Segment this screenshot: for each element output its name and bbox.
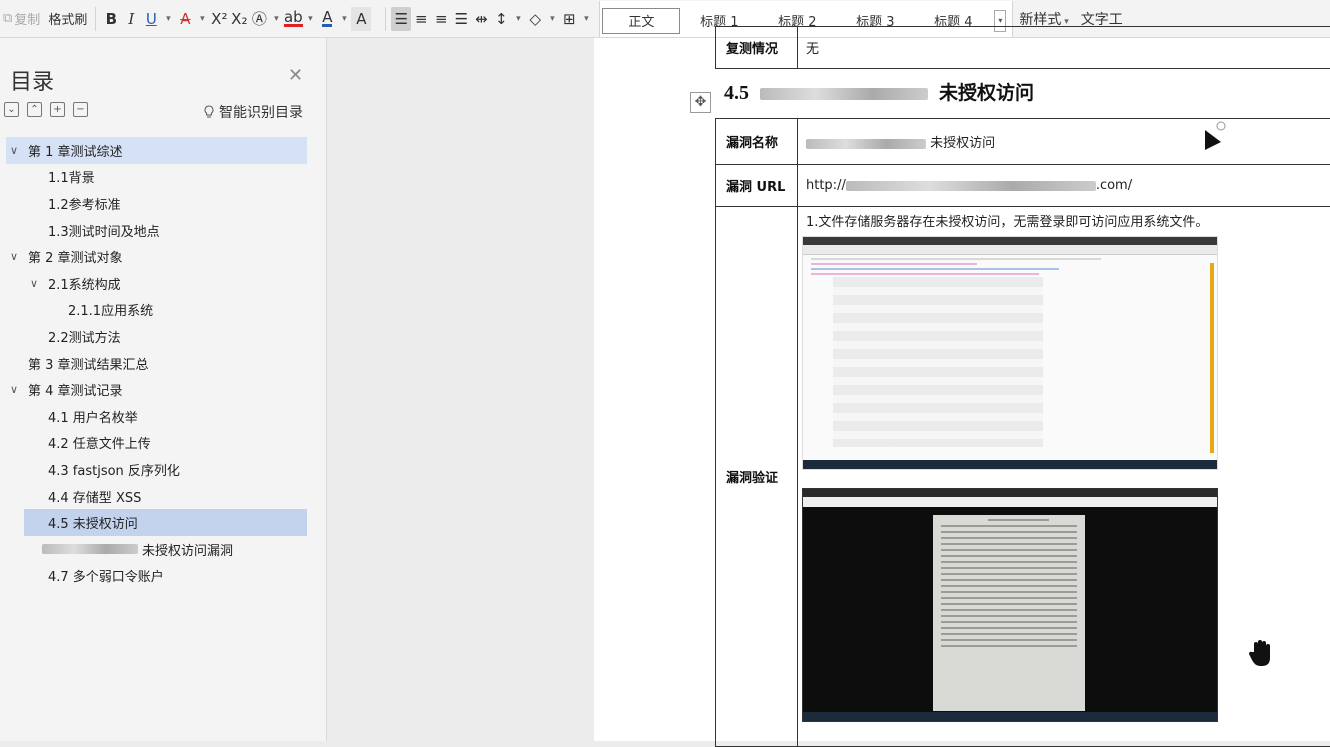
table-key: 复测情况 [716,27,798,69]
toc-item[interactable]: 1.3测试时间及地点 [0,217,315,244]
chevron-down-icon[interactable]: ∨ [10,144,18,157]
character-shading-button[interactable]: A [351,7,371,31]
line-spacing-button[interactable]: ↕ [491,7,511,31]
toc-item[interactable]: ∨第 1 章测试综述 [6,137,307,164]
chevron-down-icon[interactable]: ▾ [511,7,525,31]
highlight-icon: ab [284,10,303,27]
toc-item[interactable]: ∨2.1系统构成 [0,270,315,297]
chevron-down-icon: ▾ [1061,17,1068,27]
distributed-align-button[interactable]: ⇹ [471,7,491,31]
toc-item[interactable]: ∨第 4 章测试记录 [0,376,315,403]
toc-item[interactable]: 2.1.1应用系统 [0,297,315,324]
copy-icon: ⧉ [3,11,12,26]
evidence-screenshot-2 [802,488,1218,722]
italic-button[interactable]: I [121,7,141,31]
chevron-down-icon[interactable]: ▾ [545,7,559,31]
toc-item[interactable]: 4.4 存储型 XSS [0,483,315,510]
redacted-text [846,181,1096,191]
align-right-button[interactable]: ≡ [431,7,451,31]
strikethrough-button[interactable]: A [175,7,195,31]
add-icon[interactable]: + [50,102,65,117]
style-normal[interactable]: 正文 [602,8,680,34]
toc-item-active[interactable]: 4.5 未授权访问 [24,509,307,536]
table-key: 漏洞 URL [716,165,798,207]
chevron-down-icon[interactable]: ▾ [195,7,209,31]
redacted-text [760,88,928,100]
collapse-up-icon[interactable]: ⌃ [27,102,42,117]
toc-item[interactable]: 4.7 多个弱口令账户 [0,563,315,590]
chevron-down-icon[interactable]: ∨ [10,383,18,396]
toc-item[interactable]: 未授权访问漏洞 [0,536,315,563]
toc-pane: 目录 ✕ ⌄ ⌃ + − 智能识别目录 ∨第 1 章测试综述 1.1背景 1.2… [0,38,327,741]
borders-button[interactable]: ⊞ [559,7,579,31]
toc-item[interactable]: 2.2测试方法 [0,323,315,350]
section-heading: 4.5 未授权访问 [724,78,1034,105]
expand-down-icon[interactable]: ⌄ [4,102,19,117]
chevron-down-icon[interactable]: ▾ [303,7,317,31]
paragraph-shading-button[interactable]: ◇ [525,7,545,31]
chevron-down-icon[interactable]: ∨ [30,277,38,290]
hand-cursor-icon [1248,638,1274,668]
chevron-down-icon[interactable]: ▾ [269,7,283,31]
evidence-screenshot-1 [802,236,1218,470]
bold-button[interactable]: B [101,7,121,31]
close-icon[interactable]: ✕ [288,65,303,86]
highlight-button[interactable]: ab [283,7,303,31]
copy-button[interactable]: ⧉复制 [0,6,43,32]
toc-item[interactable]: 1.2参考标准 [0,190,315,217]
subscript-button[interactable]: X₂ [229,7,249,31]
redacted-text [806,139,926,149]
chevron-down-icon[interactable]: ∨ [10,250,18,263]
toc-item[interactable]: 第 3 章测试结果汇总 [0,350,315,377]
toc-title: 目录 [10,64,54,96]
toc-item[interactable]: 1.1背景 [0,164,315,191]
chevron-down-icon[interactable]: ▾ [579,7,593,31]
toc-item[interactable]: ∨第 2 章测试对象 [0,243,315,270]
align-center-button[interactable]: ≡ [411,7,431,31]
table-value: 无 [798,27,1330,69]
table-key: 漏洞验证 [716,207,798,747]
table-key: 漏洞名称 [716,119,798,165]
superscript-button[interactable]: X² [209,7,229,31]
font-color-icon: A [322,10,332,27]
text-effect-button[interactable]: Ⓐ [249,7,269,31]
toc-list: ∨第 1 章测试综述 1.1背景 1.2参考标准 1.3测试时间及地点 ∨第 2… [0,137,315,589]
retest-table: 复测情况 无 [715,26,1330,69]
font-color-button[interactable]: A [317,7,337,31]
toolbar-separator [385,7,386,31]
table-move-icon[interactable]: ✥ [690,92,711,113]
remove-icon[interactable]: − [73,102,88,117]
chevron-down-icon[interactable]: ▾ [337,7,351,31]
format-painter-button[interactable]: 格式刷 [45,6,90,32]
table-value: http://.com/ [798,165,1330,207]
toc-controls: ⌄ ⌃ + − [4,102,88,117]
toc-item[interactable]: 4.1 用户名枚举 [0,403,315,430]
smart-toc-button[interactable]: 智能识别目录 [203,102,303,122]
toc-item[interactable]: 4.2 任意文件上传 [0,430,315,457]
underline-button[interactable]: U [141,7,161,31]
lightbulb-icon [203,105,215,119]
table-value: 未授权访问 [798,119,1330,165]
toc-item[interactable]: 4.3 fastjson 反序列化 [0,456,315,483]
redacted-text [42,544,138,554]
justify-button[interactable]: ☰ [451,7,471,31]
arrow-cursor-icon [1202,120,1228,156]
toolbar-separator [95,7,96,31]
align-left-button[interactable]: ☰ [391,7,411,31]
chevron-down-icon[interactable]: ▾ [161,7,175,31]
